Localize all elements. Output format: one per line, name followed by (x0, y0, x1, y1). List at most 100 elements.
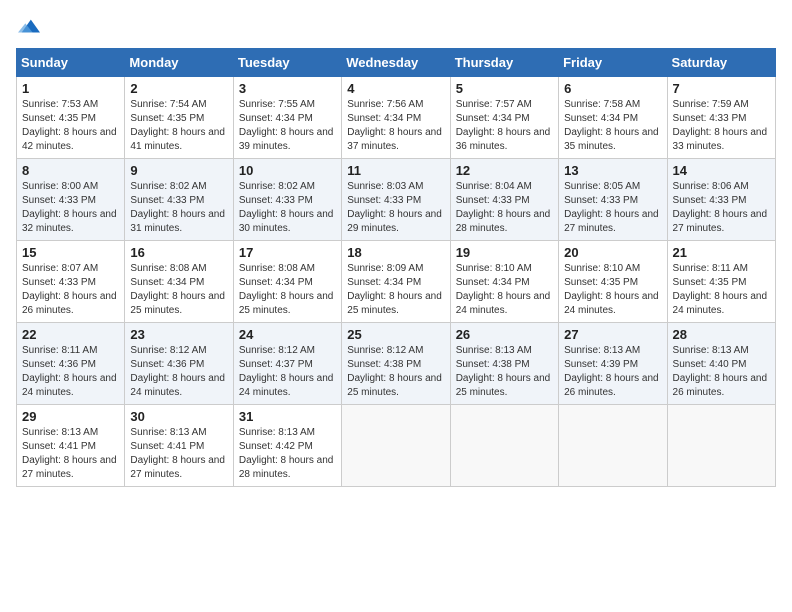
table-row: 28 Sunrise: 8:13 AMSunset: 4:40 PMDaylig… (667, 323, 775, 405)
day-number: 3 (239, 81, 336, 96)
day-info: Sunrise: 8:02 AMSunset: 4:33 PMDaylight:… (130, 181, 225, 234)
day-number: 13 (564, 163, 661, 178)
table-row (450, 405, 558, 487)
day-number: 18 (347, 245, 444, 260)
day-info: Sunrise: 8:04 AMSunset: 4:33 PMDaylight:… (456, 181, 551, 234)
day-number: 24 (239, 327, 336, 342)
table-row: 16 Sunrise: 8:08 AMSunset: 4:34 PMDaylig… (125, 241, 233, 323)
logo (16, 16, 40, 38)
day-info: Sunrise: 7:58 AMSunset: 4:34 PMDaylight:… (564, 99, 659, 152)
table-row: 13 Sunrise: 8:05 AMSunset: 4:33 PMDaylig… (559, 159, 667, 241)
day-number: 11 (347, 163, 444, 178)
column-header-monday: Monday (125, 49, 233, 77)
day-info: Sunrise: 8:10 AMSunset: 4:35 PMDaylight:… (564, 263, 659, 316)
day-info: Sunrise: 8:12 AMSunset: 4:36 PMDaylight:… (130, 345, 225, 398)
table-row: 26 Sunrise: 8:13 AMSunset: 4:38 PMDaylig… (450, 323, 558, 405)
table-row: 23 Sunrise: 8:12 AMSunset: 4:36 PMDaylig… (125, 323, 233, 405)
calendar-header-row: SundayMondayTuesdayWednesdayThursdayFrid… (17, 49, 776, 77)
day-number: 2 (130, 81, 227, 96)
day-info: Sunrise: 8:11 AMSunset: 4:36 PMDaylight:… (22, 345, 117, 398)
day-number: 21 (673, 245, 770, 260)
day-number: 30 (130, 409, 227, 424)
day-info: Sunrise: 7:59 AMSunset: 4:33 PMDaylight:… (673, 99, 768, 152)
day-number: 8 (22, 163, 119, 178)
day-info: Sunrise: 8:13 AMSunset: 4:42 PMDaylight:… (239, 427, 334, 480)
table-row: 4 Sunrise: 7:56 AMSunset: 4:34 PMDayligh… (342, 77, 450, 159)
day-info: Sunrise: 8:00 AMSunset: 4:33 PMDaylight:… (22, 181, 117, 234)
day-info: Sunrise: 8:13 AMSunset: 4:41 PMDaylight:… (130, 427, 225, 480)
page-header (16, 16, 776, 38)
day-info: Sunrise: 8:13 AMSunset: 4:39 PMDaylight:… (564, 345, 659, 398)
day-number: 22 (22, 327, 119, 342)
day-number: 5 (456, 81, 553, 96)
calendar-table: SundayMondayTuesdayWednesdayThursdayFrid… (16, 48, 776, 487)
column-header-tuesday: Tuesday (233, 49, 341, 77)
table-row: 30 Sunrise: 8:13 AMSunset: 4:41 PMDaylig… (125, 405, 233, 487)
table-row: 24 Sunrise: 8:12 AMSunset: 4:37 PMDaylig… (233, 323, 341, 405)
day-info: Sunrise: 7:57 AMSunset: 4:34 PMDaylight:… (456, 99, 551, 152)
table-row (667, 405, 775, 487)
table-row: 20 Sunrise: 8:10 AMSunset: 4:35 PMDaylig… (559, 241, 667, 323)
column-header-sunday: Sunday (17, 49, 125, 77)
day-number: 9 (130, 163, 227, 178)
table-row: 25 Sunrise: 8:12 AMSunset: 4:38 PMDaylig… (342, 323, 450, 405)
column-header-friday: Friday (559, 49, 667, 77)
day-info: Sunrise: 8:06 AMSunset: 4:33 PMDaylight:… (673, 181, 768, 234)
table-row: 3 Sunrise: 7:55 AMSunset: 4:34 PMDayligh… (233, 77, 341, 159)
day-info: Sunrise: 8:13 AMSunset: 4:41 PMDaylight:… (22, 427, 117, 480)
day-number: 17 (239, 245, 336, 260)
logo-icon (18, 16, 40, 38)
day-number: 16 (130, 245, 227, 260)
table-row: 10 Sunrise: 8:02 AMSunset: 4:33 PMDaylig… (233, 159, 341, 241)
column-header-wednesday: Wednesday (342, 49, 450, 77)
day-info: Sunrise: 8:07 AMSunset: 4:33 PMDaylight:… (22, 263, 117, 316)
day-info: Sunrise: 7:53 AMSunset: 4:35 PMDaylight:… (22, 99, 117, 152)
day-info: Sunrise: 7:54 AMSunset: 4:35 PMDaylight:… (130, 99, 225, 152)
day-info: Sunrise: 8:13 AMSunset: 4:38 PMDaylight:… (456, 345, 551, 398)
day-number: 27 (564, 327, 661, 342)
day-info: Sunrise: 8:08 AMSunset: 4:34 PMDaylight:… (239, 263, 334, 316)
day-number: 6 (564, 81, 661, 96)
table-row: 9 Sunrise: 8:02 AMSunset: 4:33 PMDayligh… (125, 159, 233, 241)
day-number: 19 (456, 245, 553, 260)
calendar-body: 1 Sunrise: 7:53 AMSunset: 4:35 PMDayligh… (17, 77, 776, 487)
day-info: Sunrise: 8:12 AMSunset: 4:37 PMDaylight:… (239, 345, 334, 398)
table-row: 7 Sunrise: 7:59 AMSunset: 4:33 PMDayligh… (667, 77, 775, 159)
column-header-saturday: Saturday (667, 49, 775, 77)
day-info: Sunrise: 8:03 AMSunset: 4:33 PMDaylight:… (347, 181, 442, 234)
day-number: 7 (673, 81, 770, 96)
table-row: 5 Sunrise: 7:57 AMSunset: 4:34 PMDayligh… (450, 77, 558, 159)
day-number: 28 (673, 327, 770, 342)
day-info: Sunrise: 8:08 AMSunset: 4:34 PMDaylight:… (130, 263, 225, 316)
table-row: 14 Sunrise: 8:06 AMSunset: 4:33 PMDaylig… (667, 159, 775, 241)
table-row: 17 Sunrise: 8:08 AMSunset: 4:34 PMDaylig… (233, 241, 341, 323)
table-row (559, 405, 667, 487)
column-header-thursday: Thursday (450, 49, 558, 77)
calendar-week-row: 1 Sunrise: 7:53 AMSunset: 4:35 PMDayligh… (17, 77, 776, 159)
day-number: 20 (564, 245, 661, 260)
calendar-week-row: 15 Sunrise: 8:07 AMSunset: 4:33 PMDaylig… (17, 241, 776, 323)
table-row: 27 Sunrise: 8:13 AMSunset: 4:39 PMDaylig… (559, 323, 667, 405)
day-number: 25 (347, 327, 444, 342)
day-number: 29 (22, 409, 119, 424)
table-row: 2 Sunrise: 7:54 AMSunset: 4:35 PMDayligh… (125, 77, 233, 159)
day-number: 14 (673, 163, 770, 178)
table-row: 8 Sunrise: 8:00 AMSunset: 4:33 PMDayligh… (17, 159, 125, 241)
day-number: 12 (456, 163, 553, 178)
day-number: 31 (239, 409, 336, 424)
table-row: 15 Sunrise: 8:07 AMSunset: 4:33 PMDaylig… (17, 241, 125, 323)
day-info: Sunrise: 8:02 AMSunset: 4:33 PMDaylight:… (239, 181, 334, 234)
day-info: Sunrise: 8:12 AMSunset: 4:38 PMDaylight:… (347, 345, 442, 398)
table-row: 21 Sunrise: 8:11 AMSunset: 4:35 PMDaylig… (667, 241, 775, 323)
table-row: 1 Sunrise: 7:53 AMSunset: 4:35 PMDayligh… (17, 77, 125, 159)
table-row: 19 Sunrise: 8:10 AMSunset: 4:34 PMDaylig… (450, 241, 558, 323)
day-info: Sunrise: 8:09 AMSunset: 4:34 PMDaylight:… (347, 263, 442, 316)
table-row: 6 Sunrise: 7:58 AMSunset: 4:34 PMDayligh… (559, 77, 667, 159)
table-row: 12 Sunrise: 8:04 AMSunset: 4:33 PMDaylig… (450, 159, 558, 241)
day-number: 15 (22, 245, 119, 260)
day-number: 1 (22, 81, 119, 96)
day-info: Sunrise: 8:05 AMSunset: 4:33 PMDaylight:… (564, 181, 659, 234)
day-number: 10 (239, 163, 336, 178)
table-row: 29 Sunrise: 8:13 AMSunset: 4:41 PMDaylig… (17, 405, 125, 487)
calendar-week-row: 8 Sunrise: 8:00 AMSunset: 4:33 PMDayligh… (17, 159, 776, 241)
